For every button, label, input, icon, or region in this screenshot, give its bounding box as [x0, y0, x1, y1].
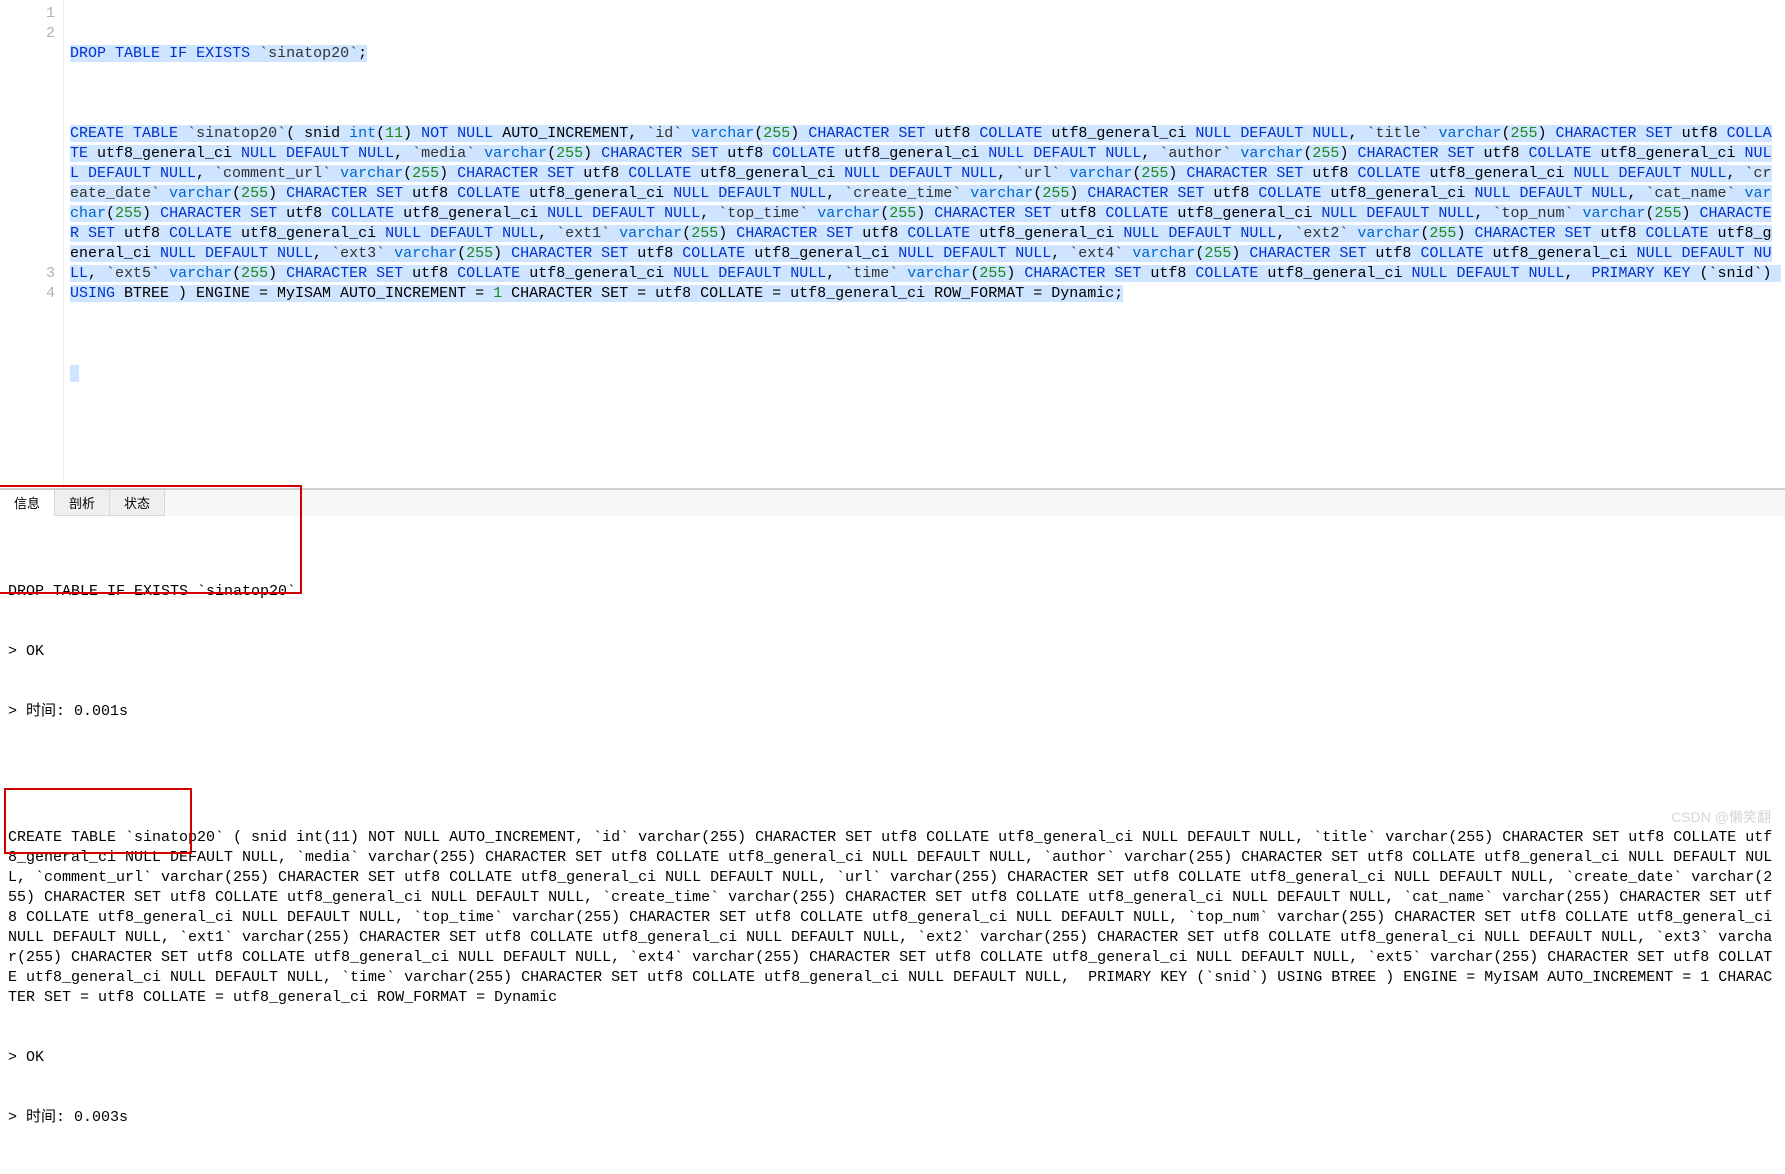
sql-editor[interactable]: 1 2 3 4 DROP TABLE IF EXISTS `sinatop20`… — [0, 0, 1785, 489]
code-line-1: DROP TABLE IF EXISTS `sinatop20`; — [70, 44, 1779, 64]
code-line-4 — [70, 424, 1779, 444]
code-area[interactable]: DROP TABLE IF EXISTS `sinatop20`; CREATE… — [64, 0, 1785, 488]
code-line-3 — [70, 364, 1779, 384]
results-panel[interactable]: DROP TABLE IF EXISTS `sinatop20` > OK > … — [0, 516, 1785, 1174]
line-gutter: 1 2 3 4 — [0, 0, 64, 488]
line-number: 2 — [0, 24, 55, 44]
result-line: CREATE TABLE `sinatop20` ( snid int(11) … — [8, 828, 1777, 1008]
tab-info[interactable]: 信息 — [0, 490, 55, 516]
line-number: 3 — [0, 264, 55, 284]
line-number: 1 — [0, 4, 55, 24]
line-number: 4 — [0, 284, 55, 304]
result-line: > OK — [8, 642, 1777, 662]
result-spacer — [8, 762, 1777, 788]
result-line: DROP TABLE IF EXISTS `sinatop20` — [8, 582, 1777, 602]
result-tabs: 信息 剖析 状态 — [0, 489, 1785, 516]
watermark: CSDN @懒笑翻 — [1671, 807, 1771, 827]
tab-status[interactable]: 状态 — [110, 490, 165, 516]
result-line: > 时间: 0.003s — [8, 1108, 1777, 1128]
result-line: > 时间: 0.001s — [8, 702, 1777, 722]
tab-profile[interactable]: 剖析 — [55, 490, 110, 516]
result-line: > OK — [8, 1048, 1777, 1068]
code-line-2: CREATE TABLE `sinatop20`( snid int(11) N… — [70, 124, 1779, 304]
